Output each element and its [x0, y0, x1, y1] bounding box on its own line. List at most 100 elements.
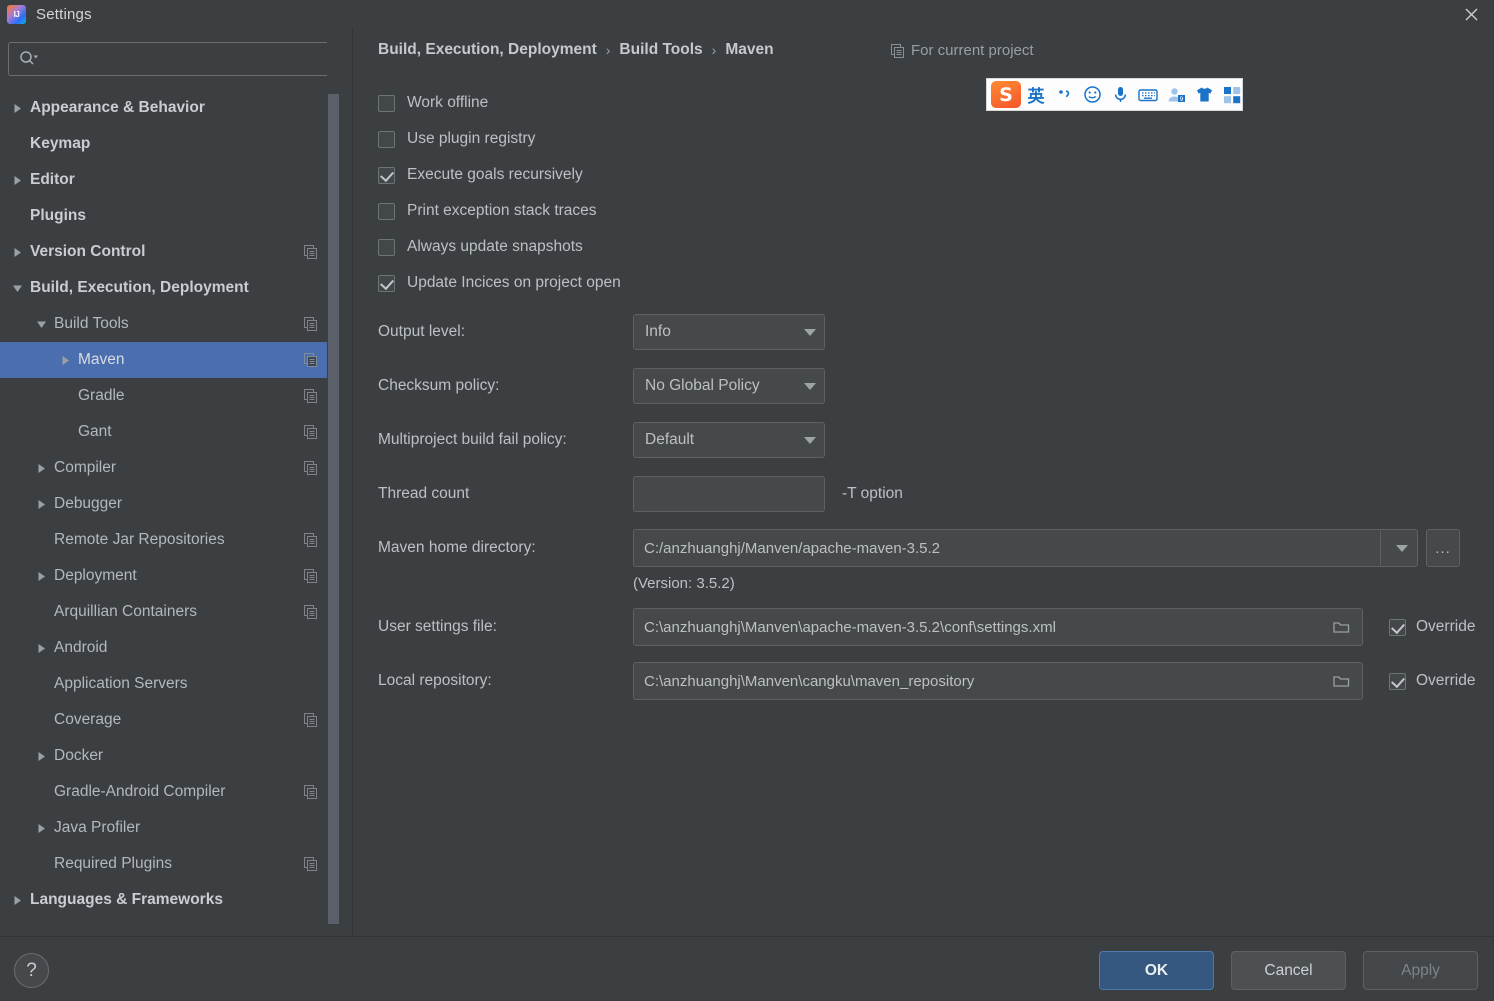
- checkbox-row-execute-goals-recursively[interactable]: Execute goals recursively: [378, 157, 621, 193]
- local-repository-override-checkbox[interactable]: [1389, 672, 1406, 690]
- sidebar-item-label: Build Tools: [54, 315, 129, 332]
- sidebar-item-label: Version Control: [30, 243, 146, 260]
- sidebar-item-appearance-behavior[interactable]: Appearance & Behavior: [0, 90, 340, 126]
- user-settings-file-input[interactable]: C:\anzhuanghj\Manven\apache-maven-3.5.2\…: [633, 608, 1363, 646]
- microphone-icon[interactable]: [1107, 82, 1133, 108]
- help-button[interactable]: ?: [14, 953, 49, 988]
- local-repository-input[interactable]: C:\anzhuanghj\Manven\cangku\maven_reposi…: [633, 662, 1363, 700]
- sidebar-item-arquillian-containers[interactable]: Arquillian Containers: [0, 594, 340, 630]
- sidebar-scrollbar-track[interactable]: [327, 28, 340, 935]
- sogou-logo-icon[interactable]: S: [991, 81, 1021, 108]
- checkbox-label: Always update snapshots: [407, 238, 583, 255]
- cancel-button[interactable]: Cancel: [1231, 951, 1346, 990]
- sidebar-item-gant[interactable]: Gant: [0, 414, 340, 450]
- sidebar-item-remote-jar-repositories[interactable]: Remote Jar Repositories: [0, 522, 340, 558]
- ime-mode-chinese-english-toggle[interactable]: 英: [1023, 82, 1049, 108]
- folder-icon[interactable]: [1333, 674, 1350, 689]
- emoji-icon[interactable]: [1079, 82, 1105, 108]
- chevron-right-icon[interactable]: [36, 823, 47, 834]
- sidebar-item-editor[interactable]: Editor: [0, 162, 340, 198]
- sidebar-item-gradle-android-compiler[interactable]: Gradle-Android Compiler: [0, 774, 340, 810]
- sidebar-item-java-profiler[interactable]: Java Profiler: [0, 810, 340, 846]
- chevron-right-icon[interactable]: [36, 463, 47, 474]
- chevron-right-icon[interactable]: [36, 751, 47, 762]
- apps-grid-icon[interactable]: [1219, 82, 1245, 108]
- skin-shirt-icon[interactable]: [1191, 82, 1217, 108]
- sidebar-item-plugins[interactable]: Plugins: [0, 198, 340, 234]
- sidebar-item-required-plugins[interactable]: Required Plugins: [0, 846, 340, 882]
- sidebar-item-languages-frameworks[interactable]: Languages & Frameworks: [0, 882, 340, 918]
- chevron-right-icon[interactable]: [12, 175, 23, 186]
- keyboard-icon[interactable]: [1135, 82, 1161, 108]
- sidebar-item-build-execution-deployment[interactable]: Build, Execution, Deployment: [0, 270, 340, 306]
- breadcrumb-item-maven[interactable]: Maven: [725, 41, 773, 59]
- checksum-policy-select[interactable]: No Global Policy: [633, 368, 825, 404]
- sidebar-item-keymap[interactable]: Keymap: [0, 126, 340, 162]
- maven-home-input[interactable]: C:/anzhuanghj/Manven/apache-maven-3.5.2: [633, 529, 1418, 567]
- breadcrumb-item-build-tools[interactable]: Build Tools: [619, 41, 702, 59]
- chevron-down-icon: [804, 328, 816, 336]
- sidebar-item-coverage[interactable]: Coverage: [0, 702, 340, 738]
- maven-home-dropdown-button[interactable]: [1380, 531, 1416, 565]
- apply-button[interactable]: Apply: [1363, 951, 1478, 990]
- output-level-select[interactable]: Info: [633, 314, 825, 350]
- sidebar-item-docker[interactable]: Docker: [0, 738, 340, 774]
- punctuation-icon[interactable]: [1051, 82, 1077, 108]
- chevron-down-icon[interactable]: [12, 283, 23, 294]
- user-icon[interactable]: 9: [1163, 82, 1189, 108]
- checkbox-execute-goals-recursively[interactable]: [378, 166, 395, 184]
- sidebar-item-compiler[interactable]: Compiler: [0, 450, 340, 486]
- copy-icon: [304, 245, 318, 259]
- sidebar-item-android[interactable]: Android: [0, 630, 340, 666]
- chevron-right-icon[interactable]: [36, 643, 47, 654]
- chevron-right-icon[interactable]: [60, 355, 71, 366]
- checkbox-row-use-plugin-registry[interactable]: Use plugin registry: [378, 121, 621, 157]
- multiproject-policy-select[interactable]: Default: [633, 422, 825, 458]
- checkbox-work-offline[interactable]: [378, 94, 395, 112]
- maven-home-browse-button[interactable]: ...: [1426, 529, 1460, 567]
- thread-count-hint: -T option: [842, 485, 903, 502]
- checkbox-row-work-offline[interactable]: Work offline: [378, 85, 621, 121]
- checkbox-print-exception-stack-traces[interactable]: [378, 202, 395, 220]
- thread-count-input[interactable]: [633, 476, 825, 512]
- checkbox-update-incices-on-project-open[interactable]: [378, 274, 395, 292]
- chevron-right-icon[interactable]: [12, 103, 23, 114]
- chevron-right-icon[interactable]: [36, 571, 47, 582]
- sidebar-item-label: Plugins: [30, 207, 86, 224]
- checkbox-always-update-snapshots[interactable]: [378, 238, 395, 256]
- search-input[interactable]: [39, 51, 329, 67]
- breadcrumb-item-build-execution-deployment[interactable]: Build, Execution, Deployment: [378, 41, 597, 59]
- checkbox-label: Use plugin registry: [407, 130, 536, 147]
- sidebar-item-application-servers[interactable]: Application Servers: [0, 666, 340, 702]
- search-box[interactable]: [8, 42, 330, 76]
- sidebar-item-build-tools[interactable]: Build Tools: [0, 306, 340, 342]
- user-settings-override[interactable]: Override: [1389, 618, 1475, 636]
- checkbox-row-print-exception-stack-traces[interactable]: Print exception stack traces: [378, 193, 621, 229]
- ok-button[interactable]: OK: [1099, 951, 1214, 990]
- checkbox-row-always-update-snapshots[interactable]: Always update snapshots: [378, 229, 621, 265]
- chevron-down-icon[interactable]: [36, 319, 47, 330]
- folder-icon[interactable]: [1333, 620, 1350, 635]
- scope-note: For current project: [891, 42, 1034, 59]
- chevron-right-icon[interactable]: [36, 499, 47, 510]
- local-repository-override[interactable]: Override: [1389, 672, 1475, 690]
- sidebar-scrollbar-thumb[interactable]: [328, 94, 339, 924]
- sidebar-item-version-control[interactable]: Version Control: [0, 234, 340, 270]
- close-icon[interactable]: [1448, 0, 1494, 28]
- multiproject-policy-row: Multiproject build fail policy: Default: [378, 413, 1488, 467]
- sogou-ime-toolbar[interactable]: S 英 9: [986, 78, 1243, 111]
- chevron-right-icon[interactable]: [12, 247, 23, 258]
- breadcrumb: Build, Execution, Deployment › Build Too…: [378, 41, 774, 59]
- maven-version-note: (Version: 3.5.2): [633, 575, 735, 592]
- user-settings-file-row: User settings file: C:\anzhuanghj\Manven…: [378, 600, 1488, 654]
- sidebar-item-label: Arquillian Containers: [54, 603, 198, 620]
- checkbox-use-plugin-registry[interactable]: [378, 130, 395, 148]
- sidebar-item-deployment[interactable]: Deployment: [0, 558, 340, 594]
- checkbox-row-update-incices-on-project-open[interactable]: Update Incices on project open: [378, 265, 621, 301]
- sidebar-item-gradle[interactable]: Gradle: [0, 378, 340, 414]
- sidebar-item-debugger[interactable]: Debugger: [0, 486, 340, 522]
- sidebar-item-maven[interactable]: Maven: [0, 342, 340, 378]
- user-settings-override-checkbox[interactable]: [1389, 618, 1406, 636]
- chevron-right-icon[interactable]: [12, 895, 23, 906]
- sidebar-item-label: Required Plugins: [54, 855, 173, 872]
